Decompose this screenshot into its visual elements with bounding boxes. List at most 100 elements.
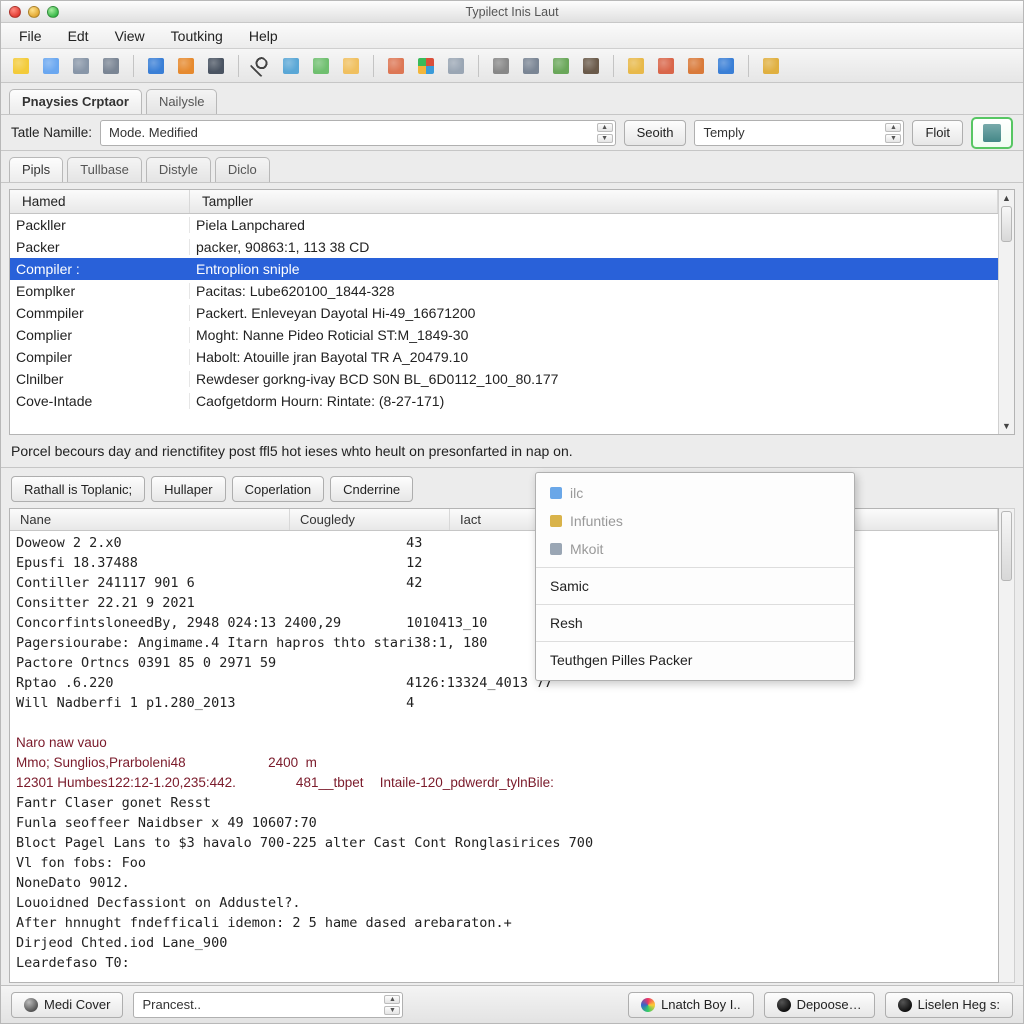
cell-named: Clnilber bbox=[10, 371, 190, 387]
launch-button[interactable]: Lnatch Boy I.. bbox=[628, 992, 754, 1018]
cell-tampler: Entroplion sniple bbox=[190, 261, 998, 277]
ruler-icon[interactable] bbox=[39, 54, 63, 78]
subtab-pipls[interactable]: Pipls bbox=[9, 157, 63, 182]
lower-btn-2[interactable]: Coperlation bbox=[232, 476, 325, 502]
globe2-icon[interactable] bbox=[309, 54, 333, 78]
scroll-up-icon[interactable]: ▲ bbox=[999, 190, 1014, 206]
cell-tampler: Caofgetdorm Hourn: Rintate: (8-27-171) bbox=[190, 393, 998, 409]
process-combo[interactable]: Prancest.. ▲▼ bbox=[133, 992, 403, 1018]
mode-combo[interactable]: Mode. Medified ▲▼ bbox=[100, 120, 616, 146]
liselen-button[interactable]: Liselen Heg s: bbox=[885, 992, 1013, 1018]
cut-icon bbox=[688, 58, 704, 74]
table-row[interactable]: ComplierMoght: Nanne Pideo Roticial ST:M… bbox=[10, 324, 998, 346]
grid-icon[interactable] bbox=[414, 54, 438, 78]
pie-icon[interactable] bbox=[174, 54, 198, 78]
lower-btn-1[interactable]: Hullaper bbox=[151, 476, 225, 502]
image-icon[interactable] bbox=[384, 54, 408, 78]
image-icon bbox=[388, 58, 404, 74]
zoom-icon[interactable] bbox=[47, 6, 59, 18]
depoose-button[interactable]: Depoose… bbox=[764, 992, 875, 1018]
menu-item-resh[interactable]: Resh bbox=[536, 609, 854, 637]
scroll-down-icon[interactable]: ▼ bbox=[999, 418, 1014, 434]
chevron-up-icon[interactable]: ▲ bbox=[885, 123, 901, 132]
table-row[interactable]: EomplkerPacitas: Lube620100_1844-328 bbox=[10, 280, 998, 302]
note-icon[interactable] bbox=[69, 54, 93, 78]
table-row[interactable]: ClnilberRewdeser gorkng-ivay BCD S0N BL_… bbox=[10, 368, 998, 390]
help-icon[interactable] bbox=[714, 54, 738, 78]
menu-item-packer[interactable]: Teuthgen Pilles Packer bbox=[536, 646, 854, 674]
menu-edit[interactable]: Edt bbox=[56, 25, 101, 47]
tab-analysis[interactable]: Nailysle bbox=[146, 89, 218, 114]
bug-icon[interactable] bbox=[279, 54, 303, 78]
chevron-down-icon[interactable]: ▼ bbox=[384, 1006, 400, 1015]
col-tampler[interactable]: Tampller bbox=[190, 190, 998, 213]
template-combo[interactable]: Temply ▲ ▼ bbox=[694, 120, 904, 146]
bulb-icon bbox=[13, 58, 29, 74]
table-row[interactable]: Compiler :Entroplion sniple bbox=[10, 258, 998, 280]
chess-icon[interactable] bbox=[579, 54, 603, 78]
gear-icon[interactable] bbox=[519, 54, 543, 78]
table-row[interactable]: CompilerHabolt: Atouille jran Bayotal TR… bbox=[10, 346, 998, 368]
folder2-icon[interactable] bbox=[624, 54, 648, 78]
subtab-distyle[interactable]: Distyle bbox=[146, 157, 211, 182]
info-icon bbox=[777, 998, 791, 1012]
table-row[interactable]: Cove-IntadeCaofgetdorm Hourn: Rintate: (… bbox=[10, 390, 998, 412]
globe-icon bbox=[148, 58, 164, 74]
filter-icon[interactable] bbox=[204, 54, 228, 78]
col-named[interactable]: Hamed bbox=[10, 190, 190, 213]
menu-tools[interactable]: Toutking bbox=[159, 25, 235, 47]
status-text: Porcel becours day and rienctifitey post… bbox=[1, 435, 1023, 468]
main-table: Hamed Tampller PackllerPiela LanpcharedP… bbox=[9, 189, 1015, 435]
ruler-icon bbox=[43, 58, 59, 74]
menu-file[interactable]: File bbox=[7, 25, 54, 47]
table-scrollbar[interactable]: ▲ ▼ bbox=[998, 190, 1014, 434]
disk-icon[interactable] bbox=[489, 54, 513, 78]
log-col-name[interactable]: Nane bbox=[10, 509, 290, 530]
table-row[interactable]: CommpilerPackert. Enleveyan Dayotal Hi-4… bbox=[10, 302, 998, 324]
cut-icon[interactable] bbox=[684, 54, 708, 78]
pin-icon[interactable] bbox=[759, 54, 783, 78]
bulb-icon[interactable] bbox=[9, 54, 33, 78]
menu-view[interactable]: View bbox=[103, 25, 157, 47]
globe-stop-icon[interactable] bbox=[654, 54, 678, 78]
log-col-couledy[interactable]: Cougledy bbox=[290, 509, 450, 530]
globe-icon[interactable] bbox=[144, 54, 168, 78]
float-button[interactable]: Floit bbox=[912, 120, 963, 146]
table-row[interactable]: PackllerPiela Lanpchared bbox=[10, 214, 998, 236]
log-scroll-thumb[interactable] bbox=[1001, 511, 1012, 581]
sparkle-icon bbox=[641, 998, 655, 1012]
table-row[interactable]: Packerpacker, 90863:1, 113 38 CD bbox=[10, 236, 998, 258]
pie-icon bbox=[178, 58, 194, 74]
cell-tampler: packer, 90863:1, 113 38 CD bbox=[190, 239, 998, 255]
window-icon bbox=[448, 58, 464, 74]
medi-cover-button[interactable]: Medi Cover bbox=[11, 992, 123, 1018]
chevron-up-icon[interactable]: ▲ bbox=[597, 123, 613, 132]
scroll-thumb[interactable] bbox=[1001, 206, 1012, 242]
template-combo-value: Temply bbox=[703, 125, 744, 140]
globe-stop-icon bbox=[658, 58, 674, 74]
chevron-down-icon[interactable]: ▼ bbox=[885, 134, 901, 143]
context-menu: ilc Infunties Mkoit Samic Resh Teuthgen … bbox=[535, 472, 855, 681]
chevron-down-icon[interactable]: ▼ bbox=[597, 134, 613, 143]
lower-btn-0[interactable]: Rathall is Toplanic; bbox=[11, 476, 145, 502]
tab-analysis-creator[interactable]: Pnaysies Crptaor bbox=[9, 89, 142, 114]
lower-btn-3[interactable]: Cnderrine bbox=[330, 476, 413, 502]
window-icon[interactable] bbox=[444, 54, 468, 78]
chevron-up-icon[interactable]: ▲ bbox=[384, 995, 400, 1004]
filter-label: Tatle Namille: bbox=[11, 125, 92, 140]
document-action-button[interactable] bbox=[971, 117, 1013, 149]
search-button[interactable]: Seoith bbox=[624, 120, 687, 146]
close-icon[interactable] bbox=[9, 6, 21, 18]
folder-icon[interactable] bbox=[339, 54, 363, 78]
cell-tampler: Piela Lanpchared bbox=[190, 217, 998, 233]
subtab-tullbase[interactable]: Tullbase bbox=[67, 157, 142, 182]
log-scrollbar[interactable] bbox=[999, 508, 1015, 983]
minimize-icon[interactable] bbox=[28, 6, 40, 18]
search-icon[interactable] bbox=[249, 54, 273, 78]
page-add-icon[interactable] bbox=[549, 54, 573, 78]
tools-icon[interactable] bbox=[99, 54, 123, 78]
menu-help[interactable]: Help bbox=[237, 25, 290, 47]
menu-item-samic[interactable]: Samic bbox=[536, 572, 854, 600]
table-pane: Hamed Tampller PackllerPiela LanpcharedP… bbox=[1, 183, 1023, 435]
subtab-diclo[interactable]: Diclo bbox=[215, 157, 270, 182]
